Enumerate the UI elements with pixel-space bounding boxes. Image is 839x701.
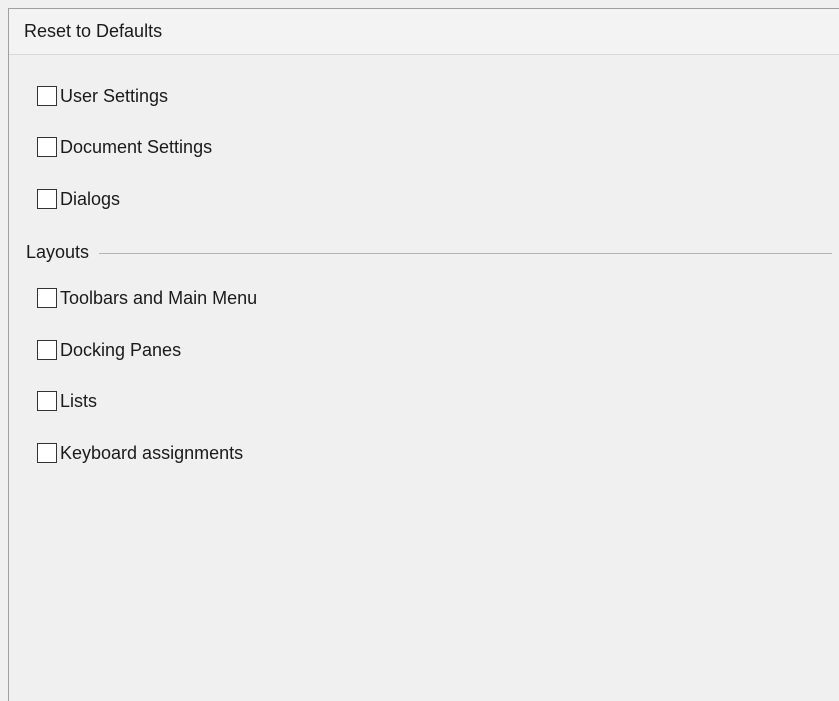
dialogs-checkbox[interactable]: Dialogs	[37, 186, 120, 212]
checkbox-box[interactable]	[37, 189, 57, 209]
section-divider	[99, 252, 832, 254]
keyboard-assignments-checkbox[interactable]: Keyboard assignments	[37, 440, 243, 466]
user-settings-label: User Settings	[60, 85, 169, 106]
checkbox-box[interactable]	[37, 86, 57, 106]
checkbox-box[interactable]	[37, 137, 57, 157]
document-settings-label: Document Settings	[60, 136, 213, 157]
user-settings-checkbox[interactable]: User Settings	[37, 83, 168, 109]
reset-defaults-panel: Reset to Defaults User Settings Document…	[8, 8, 839, 701]
checkbox-box[interactable]	[37, 391, 57, 411]
dialogs-label: Dialogs	[60, 188, 121, 209]
docking-panes-label: Docking Panes	[60, 339, 182, 360]
docking-panes-checkbox[interactable]: Docking Panes	[37, 337, 181, 363]
layouts-section-header: Layouts	[26, 240, 832, 264]
checkbox-box[interactable]	[37, 340, 57, 360]
lists-label: Lists	[60, 390, 98, 411]
document-settings-checkbox[interactable]: Document Settings	[37, 134, 212, 160]
toolbars-main-menu-checkbox[interactable]: Toolbars and Main Menu	[37, 285, 257, 311]
panel-title: Reset to Defaults	[24, 21, 163, 41]
panel-header: Reset to Defaults	[9, 9, 839, 55]
layouts-section-label: Layouts	[26, 241, 90, 262]
checkbox-box[interactable]	[37, 443, 57, 463]
toolbars-main-menu-label: Toolbars and Main Menu	[60, 287, 258, 308]
checkbox-box[interactable]	[37, 288, 57, 308]
keyboard-assignments-label: Keyboard assignments	[60, 442, 244, 463]
lists-checkbox[interactable]: Lists	[37, 388, 97, 414]
